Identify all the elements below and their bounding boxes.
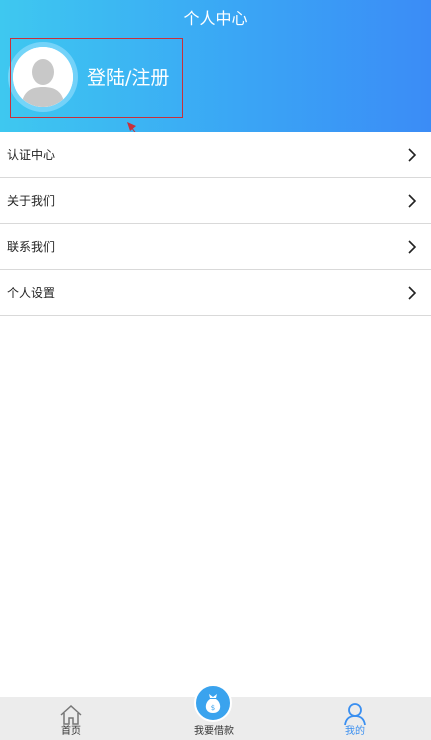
menu-item-label: 关于我们: [7, 194, 56, 208]
chevron-right-icon: [408, 193, 417, 208]
user-icon: [344, 703, 366, 726]
menu-item-personal-settings[interactable]: 个人设置: [0, 270, 431, 316]
menu-item-label: 联系我们: [7, 240, 56, 254]
chevron-right-icon: [408, 239, 417, 254]
menu-item-about-us[interactable]: 关于我们: [0, 178, 431, 224]
borrow-button[interactable]: $: [194, 684, 232, 722]
chevron-right-icon: [408, 147, 417, 162]
home-icon: [60, 704, 82, 725]
settings-menu: 认证中心 关于我们 联系我们 个人设置: [0, 132, 431, 316]
tab-label: 我的: [345, 726, 365, 737]
annotation-highlight-box: [10, 38, 183, 118]
tab-label: 我要借款: [194, 726, 234, 737]
tab-label: 首页: [61, 726, 81, 737]
menu-item-label: 认证中心: [7, 148, 56, 162]
svg-text:$: $: [211, 704, 215, 712]
tab-mine[interactable]: 我的: [330, 697, 380, 740]
chevron-right-icon: [408, 285, 417, 300]
menu-item-label: 个人设置: [7, 286, 56, 300]
page-title: 个人中心: [183, 9, 248, 28]
tab-home[interactable]: 首页: [46, 697, 96, 740]
money-bag-icon: $: [205, 694, 221, 713]
menu-item-contact-us[interactable]: 联系我们: [0, 224, 431, 270]
menu-item-verification-center[interactable]: 认证中心: [0, 132, 431, 178]
